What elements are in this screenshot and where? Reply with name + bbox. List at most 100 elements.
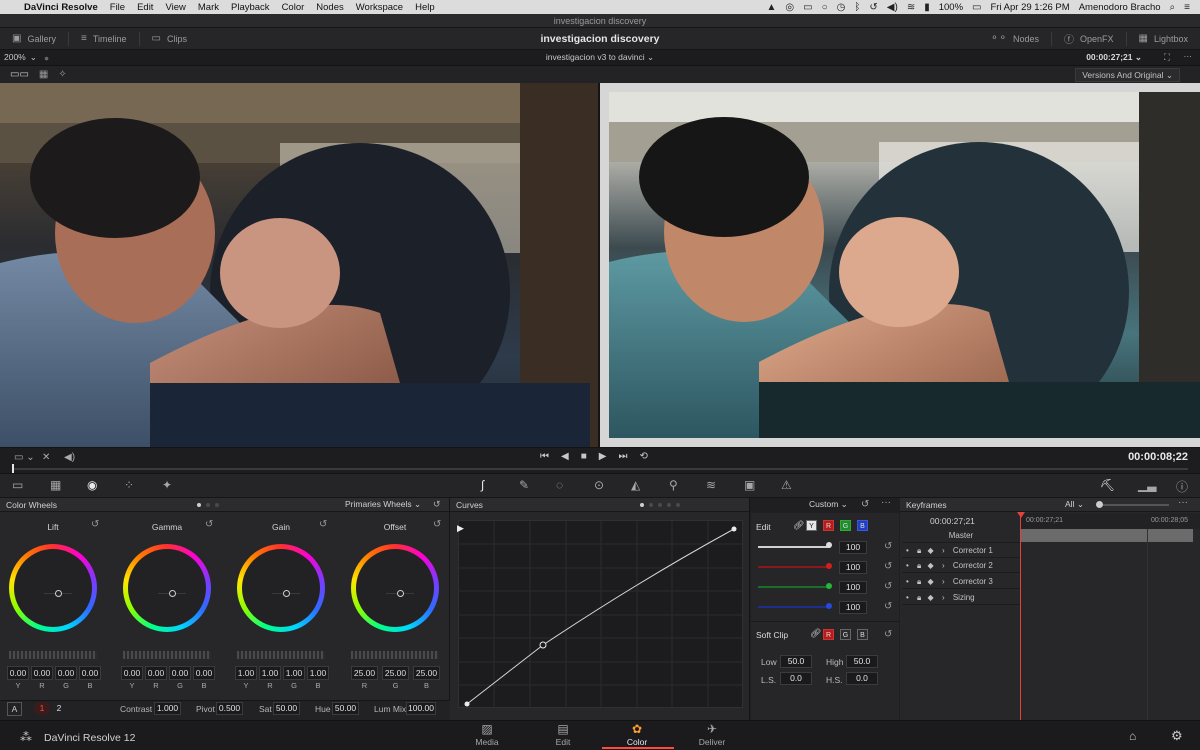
expand-chevron-icon[interactable]: ›: [942, 577, 945, 586]
openfx-button[interactable]: ⓕ OpenFX: [1052, 28, 1126, 50]
keyframes-master-bar[interactable]: [1020, 529, 1193, 542]
key-icon[interactable]: ⚲: [669, 478, 678, 492]
track-sizing[interactable]: • 🔒︎ ◆ › Sizing: [902, 590, 1020, 605]
status-airplay-icon[interactable]: ▭: [803, 2, 812, 13]
low-value[interactable]: 50.0: [780, 655, 812, 668]
menu-workspace[interactable]: Workspace: [350, 2, 409, 13]
motion-effects-icon[interactable]: ✦: [162, 478, 172, 492]
gain-master-slider[interactable]: [237, 651, 325, 659]
b-intensity-slider[interactable]: [758, 606, 830, 608]
curve-point-black[interactable]: [464, 701, 470, 707]
datetime[interactable]: Fri Apr 29 1:26 PM: [990, 2, 1069, 13]
curves-icon[interactable]: ∫: [481, 478, 484, 492]
offset-wheel[interactable]: [351, 544, 439, 632]
color-page-button[interactable]: ✿ Color: [602, 722, 672, 747]
keyframe-diamond-icon[interactable]: ◆: [928, 561, 934, 570]
b-slider-knob[interactable]: [826, 603, 832, 609]
camera-raw-icon[interactable]: ▭: [12, 478, 23, 492]
pivot-value[interactable]: 0.500: [216, 702, 243, 715]
expand-chevron-icon[interactable]: ›: [942, 593, 945, 602]
window-icon[interactable]: ◌: [556, 478, 563, 492]
timeline-name[interactable]: investigacion v3 to davinci ⌄: [0, 52, 1200, 63]
keyframes-more-icon[interactable]: ···: [1178, 497, 1188, 508]
bypass-icon[interactable]: ✕: [42, 452, 50, 463]
edit-page-button[interactable]: ▤ Edit: [528, 722, 598, 747]
lock-icon[interactable]: 🔒︎: [917, 546, 921, 555]
auto-balance-button[interactable]: A: [7, 702, 22, 716]
track-corrector-2[interactable]: • 🔒︎ ◆ › Corrector 2: [902, 558, 1020, 573]
status-cc-icon[interactable]: ◎: [785, 2, 794, 13]
gamma-reset-icon[interactable]: ↺: [205, 519, 213, 530]
b-intensity-value[interactable]: 100: [839, 601, 867, 614]
gamma-master-slider[interactable]: [123, 651, 211, 659]
gain-r-value[interactable]: 1.00: [259, 666, 281, 680]
lock-icon[interactable]: 🔒︎: [917, 593, 921, 602]
color-match-icon[interactable]: ▦: [50, 478, 61, 492]
color-wheels-icon[interactable]: ◉: [87, 478, 97, 492]
b-reset-icon[interactable]: ↺: [884, 601, 892, 612]
menu-help[interactable]: Help: [409, 2, 441, 13]
g-intensity-value[interactable]: 100: [839, 581, 867, 594]
keyframe-diamond-icon[interactable]: ◆: [928, 577, 934, 586]
viewer[interactable]: [0, 83, 1200, 448]
y-intensity-slider[interactable]: [758, 546, 830, 548]
offset-r-value[interactable]: 25.00: [351, 666, 378, 680]
gain-g-value[interactable]: 1.00: [283, 666, 305, 680]
blur-icon[interactable]: ◭: [631, 478, 640, 492]
lift-wheel[interactable]: [9, 544, 97, 632]
offset-g-value[interactable]: 25.00: [382, 666, 409, 680]
lift-y-value[interactable]: 0.00: [7, 666, 29, 680]
deliver-page-button[interactable]: ✈ Deliver: [677, 722, 747, 747]
gamma-wheel[interactable]: [123, 544, 211, 632]
reset-wheels-icon[interactable]: ↺: [433, 499, 441, 510]
gamma-b-value[interactable]: 0.00: [193, 666, 215, 680]
r-slider-knob[interactable]: [826, 563, 832, 569]
scrubber-bar[interactable]: [12, 468, 1188, 470]
gamma-r-value[interactable]: 0.00: [145, 666, 167, 680]
curve-r-chip[interactable]: R: [823, 520, 834, 531]
sat-value[interactable]: 50.00: [273, 702, 300, 715]
keyframe-diamond-icon[interactable]: ◆: [928, 593, 934, 602]
scrubber-playhead[interactable]: [12, 464, 14, 473]
keyframes-zoom-slider[interactable]: [1097, 504, 1169, 506]
y-slider-knob[interactable]: [826, 542, 832, 548]
play-reverse-icon[interactable]: ◀: [561, 451, 569, 462]
track-corrector-1[interactable]: • 🔒︎ ◆ › Corrector 1: [902, 543, 1020, 558]
fullscreen-icon[interactable]: ⛶: [1164, 52, 1170, 63]
expand-chevron-icon[interactable]: ›: [942, 561, 945, 570]
wifi-icon[interactable]: ≋: [907, 2, 915, 13]
keyframes-filter-dropdown[interactable]: All ⌄: [1065, 499, 1084, 510]
lum-mix-value[interactable]: 100.00: [406, 702, 436, 715]
gamma-g-value[interactable]: 0.00: [169, 666, 191, 680]
timeline-button[interactable]: ≡ Timeline: [69, 28, 139, 50]
lift-reset-icon[interactable]: ↺: [91, 519, 99, 530]
curve-point-mid[interactable]: [539, 641, 547, 649]
menu-playback[interactable]: Playback: [225, 2, 276, 13]
status-bubble-icon[interactable]: ○: [822, 2, 828, 13]
curves-more-icon[interactable]: ···: [881, 497, 891, 508]
grid-view-icon[interactable]: ▦: [39, 69, 48, 80]
gamma-y-value[interactable]: 0.00: [121, 666, 143, 680]
keyframes-playhead[interactable]: [1020, 513, 1021, 720]
lift-g-value[interactable]: 0.00: [55, 666, 77, 680]
lock-icon[interactable]: 🔒︎: [917, 561, 921, 570]
contrast-value[interactable]: 1.000: [154, 702, 181, 715]
play-icon[interactable]: ▶: [599, 451, 607, 462]
softclip-b-chip[interactable]: B: [857, 629, 868, 640]
3d-icon[interactable]: ⚠: [781, 478, 792, 492]
softclip-r-chip[interactable]: R: [823, 629, 834, 640]
bluetooth-icon[interactable]: ᛒ: [854, 2, 860, 13]
r-reset-icon[interactable]: ↺: [884, 561, 892, 572]
menu-color[interactable]: Color: [276, 2, 311, 13]
hs-value[interactable]: 0.0: [846, 672, 878, 685]
stop-icon[interactable]: ■: [581, 451, 587, 462]
curve-b-chip[interactable]: B: [857, 520, 868, 531]
curve-graph[interactable]: [458, 520, 744, 709]
search-icon[interactable]: ⌕: [1170, 2, 1176, 13]
g-intensity-slider[interactable]: [758, 586, 830, 588]
keyframes-toggle-icon[interactable]: ⛏: [1100, 478, 1115, 492]
home-icon[interactable]: ⌂: [1129, 729, 1136, 743]
skip-forward-icon[interactable]: ⏭: [618, 451, 627, 462]
tracker-icon[interactable]: ⊙: [594, 478, 604, 492]
menu-file[interactable]: File: [104, 2, 131, 13]
